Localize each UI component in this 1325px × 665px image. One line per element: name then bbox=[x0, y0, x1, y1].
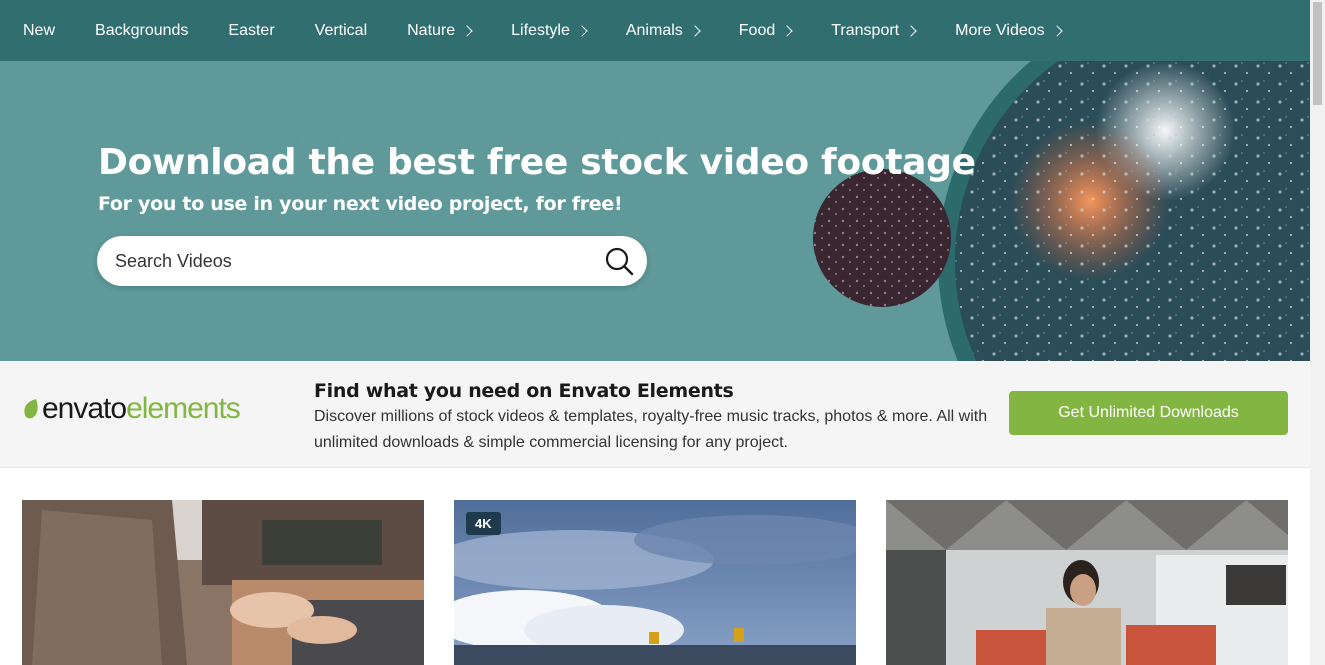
nav-item-nature[interactable]: Nature bbox=[407, 0, 473, 61]
leaf-icon bbox=[24, 399, 38, 419]
nav-item-vertical[interactable]: Vertical bbox=[315, 0, 367, 61]
scrollbar-thumb[interactable] bbox=[1313, 2, 1322, 105]
nav-item-food[interactable]: Food bbox=[738, 0, 793, 61]
video-thumbnail bbox=[454, 500, 856, 665]
video-card[interactable] bbox=[886, 500, 1288, 665]
chevron-right-icon bbox=[689, 24, 701, 37]
top-nav: New Backgrounds Easter Vertical Nature L… bbox=[0, 0, 1310, 61]
logo-text-elements: elements bbox=[126, 392, 241, 425]
chevron-right-icon bbox=[905, 24, 917, 37]
chevron-right-icon bbox=[781, 24, 793, 37]
logo-text-envato: envato bbox=[42, 392, 127, 425]
chevron-right-icon bbox=[576, 24, 588, 37]
nav-label: Transport bbox=[831, 21, 900, 39]
4k-badge: 4K bbox=[466, 512, 501, 535]
hero-banner: Download the best free stock video foota… bbox=[0, 61, 1310, 361]
video-card[interactable] bbox=[22, 500, 424, 665]
nav-item-new[interactable]: New bbox=[23, 0, 55, 61]
hero-subtitle: For you to use in your next video projec… bbox=[98, 193, 623, 215]
nav-label: Lifestyle bbox=[511, 21, 570, 39]
video-thumbnail bbox=[22, 500, 424, 665]
nav-item-backgrounds[interactable]: Backgrounds bbox=[95, 0, 188, 61]
nav-item-easter[interactable]: Easter bbox=[228, 0, 274, 61]
nav-label: Easter bbox=[228, 21, 275, 39]
nav-item-animals[interactable]: Animals bbox=[625, 0, 701, 61]
nav-label: Nature bbox=[407, 21, 456, 39]
chevron-right-icon bbox=[461, 24, 473, 37]
search-icon[interactable] bbox=[604, 246, 634, 276]
page-scrollbar[interactable] bbox=[1310, 0, 1325, 665]
nav-label: More Videos bbox=[955, 21, 1045, 39]
nav-item-more-videos[interactable]: More Videos bbox=[955, 0, 1063, 61]
get-unlimited-downloads-button[interactable]: Get Unlimited Downloads bbox=[1009, 391, 1288, 435]
nav-item-lifestyle[interactable]: Lifestyle bbox=[511, 0, 588, 61]
chevron-right-icon bbox=[1050, 24, 1063, 37]
nav-label: Vertical bbox=[314, 21, 368, 39]
search-bar bbox=[97, 236, 647, 286]
promo-description: Discover millions of stock videos & temp… bbox=[314, 408, 988, 451]
video-card[interactable]: 4K bbox=[454, 500, 856, 665]
nav-label: Food bbox=[738, 21, 776, 39]
nav-item-transport[interactable]: Transport bbox=[831, 0, 917, 61]
promo-title: Find what you need on Envato Elements bbox=[314, 380, 734, 402]
nav-label: Animals bbox=[625, 21, 683, 39]
hero-title: Download the best free stock video foota… bbox=[98, 142, 976, 183]
envato-elements-logo[interactable]: envatoelements bbox=[22, 392, 241, 426]
nav-label: New bbox=[23, 21, 56, 39]
search-input[interactable] bbox=[115, 236, 595, 286]
nav-label: Backgrounds bbox=[95, 21, 189, 39]
video-thumbnail bbox=[886, 500, 1288, 665]
